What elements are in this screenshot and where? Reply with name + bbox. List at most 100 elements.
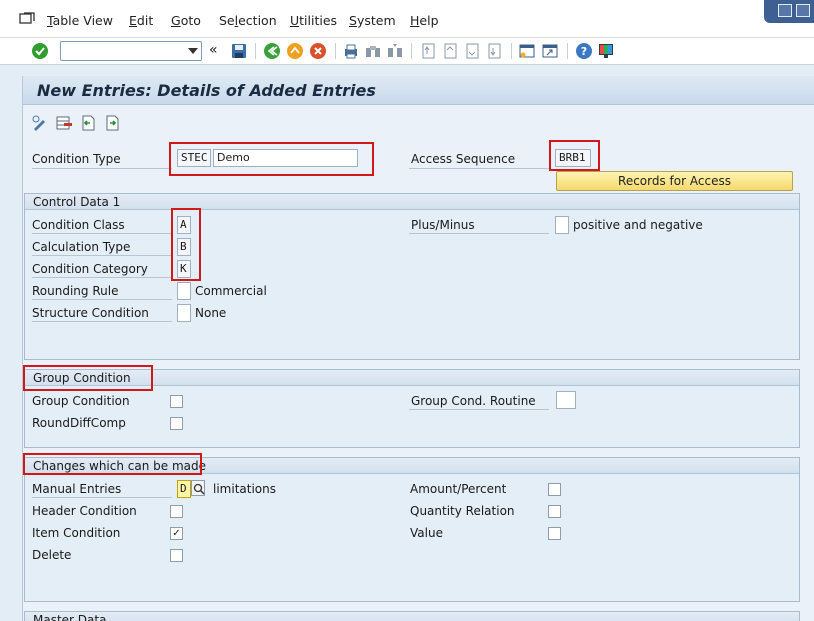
group-title: Master Data xyxy=(33,613,107,621)
delete-checkbox[interactable] xyxy=(170,549,183,562)
structure-condition-field[interactable] xyxy=(177,304,191,322)
manual-entries-label: Manual Entries xyxy=(32,482,122,496)
menu-utilities[interactable]: Utilities xyxy=(290,13,337,28)
maximize-icon[interactable] xyxy=(796,4,810,17)
calculation-type-label: Calculation Type xyxy=(32,240,131,254)
label-underline xyxy=(32,255,172,256)
cancel-icon[interactable] xyxy=(309,42,327,60)
item-condition-checkbox[interactable]: ✓ xyxy=(170,527,183,540)
highlight-box xyxy=(169,142,374,176)
menu-goto[interactable]: Goto xyxy=(171,13,201,28)
highlight-box xyxy=(23,453,202,475)
window-controls xyxy=(764,0,814,23)
rounddiff-checkbox[interactable] xyxy=(170,417,183,430)
command-field[interactable] xyxy=(60,41,202,61)
group-cond-routine-field[interactable] xyxy=(556,391,576,409)
plus-minus-description: positive and negative xyxy=(573,218,703,232)
display-change-icon[interactable] xyxy=(31,114,49,132)
svg-text:?: ? xyxy=(581,45,587,58)
condition-category-label: Condition Category xyxy=(32,262,148,276)
header-condition-label: Header Condition xyxy=(32,504,137,518)
toolbar-separator xyxy=(567,43,568,59)
toolbar-separator xyxy=(255,43,256,59)
last-page-icon[interactable] xyxy=(485,42,503,60)
menu-table-view[interactable]: Table View xyxy=(47,13,113,28)
records-for-access-button[interactable]: Records for Access xyxy=(556,171,793,191)
manual-entries-field[interactable]: D xyxy=(177,480,191,498)
highlight-box xyxy=(549,140,600,171)
toolbar-separator xyxy=(411,43,412,59)
find-next-icon[interactable] xyxy=(386,42,404,60)
label-underline xyxy=(409,233,549,234)
toolbar-separator xyxy=(335,43,336,59)
header-condition-checkbox[interactable] xyxy=(170,505,183,518)
condition-class-label: Condition Class xyxy=(32,218,125,232)
menu-help[interactable]: Help xyxy=(410,13,439,28)
rounding-rule-description: Commercial xyxy=(195,284,267,298)
search-icon xyxy=(193,483,205,495)
search-help-button[interactable] xyxy=(191,480,205,496)
title-bar: New Entries: Details of Added Entries xyxy=(23,76,814,105)
plus-minus-field[interactable] xyxy=(555,216,569,234)
master-data-group: Master Data xyxy=(24,611,800,621)
label-underline xyxy=(32,233,172,234)
system-toolbar: « ? xyxy=(0,38,814,65)
prev-page-icon[interactable] xyxy=(441,42,459,60)
label-underline xyxy=(32,299,172,300)
group-condition-checkbox[interactable] xyxy=(170,395,183,408)
content-area: New Entries: Details of Added Entries Co… xyxy=(22,76,814,621)
create-session-icon[interactable] xyxy=(518,42,536,60)
menu-icon[interactable] xyxy=(19,12,35,26)
prev-command-icon[interactable]: « xyxy=(209,42,218,58)
label-underline xyxy=(409,409,549,410)
menu-bar: Table View Edit Goto Selection Utilities… xyxy=(0,0,814,38)
amount-percent-checkbox[interactable] xyxy=(548,483,561,496)
enter-icon[interactable] xyxy=(31,42,49,60)
menu-edit[interactable]: Edit xyxy=(129,13,153,28)
quantity-relation-label: Quantity Relation xyxy=(410,504,515,518)
condition-type-label: Condition Type xyxy=(32,152,121,166)
group-title: Control Data 1 xyxy=(33,195,121,209)
shortcut-icon[interactable] xyxy=(541,42,559,60)
highlight-box xyxy=(171,208,201,281)
first-page-icon[interactable] xyxy=(419,42,437,60)
amount-percent-label: Amount/Percent xyxy=(410,482,507,496)
value-checkbox[interactable] xyxy=(548,527,561,540)
rounding-rule-label: Rounding Rule xyxy=(32,284,119,298)
group-header: Control Data 1 xyxy=(25,194,799,210)
access-sequence-label: Access Sequence xyxy=(411,152,516,166)
find-icon[interactable] xyxy=(364,42,382,60)
chevron-down-icon[interactable] xyxy=(188,48,198,54)
help-icon[interactable]: ? xyxy=(575,42,593,60)
structure-condition-description: None xyxy=(195,306,227,320)
toolbar-separator xyxy=(511,43,512,59)
rounding-rule-field[interactable] xyxy=(177,282,191,300)
quantity-relation-checkbox[interactable] xyxy=(548,505,561,518)
next-page-icon[interactable] xyxy=(463,42,481,60)
exit-icon[interactable] xyxy=(286,42,304,60)
menu-system[interactable]: System xyxy=(349,13,396,28)
group-condition-label: Group Condition xyxy=(32,394,130,408)
previous-entry-icon[interactable] xyxy=(79,114,97,132)
label-underline xyxy=(32,497,172,498)
application-toolbar xyxy=(23,105,814,139)
structure-condition-label: Structure Condition xyxy=(32,306,149,320)
page-title: New Entries: Details of Added Entries xyxy=(37,81,376,100)
label-underline xyxy=(32,277,172,278)
group-cond-routine-label: Group Cond. Routine xyxy=(411,394,536,408)
manual-entries-description: limitations xyxy=(213,482,276,496)
delete-row-icon[interactable] xyxy=(55,114,73,132)
rounddiff-label: RoundDiffComp xyxy=(32,416,126,430)
minimize-icon[interactable] xyxy=(778,4,792,17)
item-condition-label: Item Condition xyxy=(32,526,121,540)
print-icon[interactable] xyxy=(342,42,360,60)
label-underline xyxy=(409,168,549,169)
next-entry-icon[interactable] xyxy=(103,114,121,132)
back-icon[interactable] xyxy=(263,42,281,60)
save-icon[interactable] xyxy=(230,42,248,60)
delete-label: Delete xyxy=(32,548,72,562)
menu-selection[interactable]: Selection xyxy=(219,13,277,28)
value-label: Value xyxy=(410,526,443,540)
customize-layout-icon[interactable] xyxy=(597,42,615,60)
highlight-box xyxy=(23,365,153,391)
